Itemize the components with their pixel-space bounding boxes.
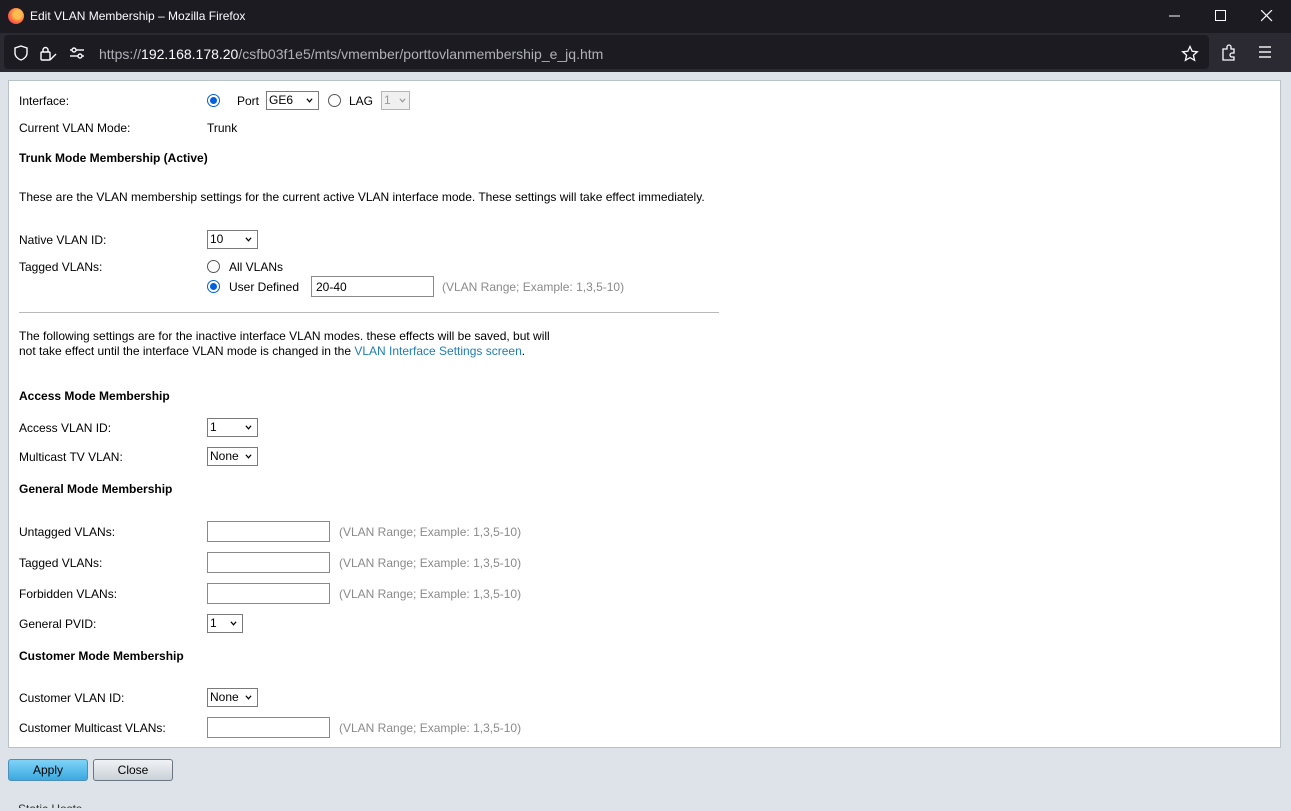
- general-pvid-value: 1: [210, 616, 217, 630]
- multicast-tv-value: None: [210, 449, 239, 463]
- url-field[interactable]: https://192.168.178.20/csfb03f1e5/mts/vm…: [4, 35, 1209, 69]
- forbidden-vlans-input[interactable]: [207, 583, 330, 604]
- forbidden-range-hint: (VLAN Range; Example: 1,3,5-10): [339, 587, 522, 601]
- inactive-note-text: not take effect until the interface VLAN…: [19, 344, 355, 358]
- close-icon: [1261, 10, 1273, 22]
- access-heading: Access Mode Membership: [19, 389, 170, 403]
- window-titlebar: Edit VLAN Membership – Mozilla Firefox: [0, 0, 1291, 33]
- extensions-icon[interactable]: [1220, 43, 1238, 61]
- url-host: 192.168.178.20: [141, 46, 239, 62]
- window-title: Edit VLAN Membership – Mozilla Firefox: [30, 9, 246, 23]
- bookmark-star-icon[interactable]: [1181, 45, 1199, 63]
- lock-warning-icon[interactable]: [39, 45, 57, 61]
- customer-vlan-value: None: [210, 690, 239, 704]
- all-vlans-radio[interactable]: [207, 260, 220, 273]
- chevron-down-icon: [245, 695, 252, 700]
- general-tagged-label: Tagged VLANs:: [19, 556, 103, 570]
- lag-label: LAG: [349, 94, 374, 108]
- general-heading: General Mode Membership: [19, 482, 173, 496]
- access-vlan-label: Access VLAN ID:: [19, 421, 112, 435]
- current-mode-label: Current VLAN Mode:: [19, 121, 131, 135]
- vlan-interface-settings-link[interactable]: VLAN Interface Settings screen: [354, 344, 521, 358]
- chevron-down-icon: [245, 454, 252, 459]
- firefox-logo-icon: [8, 8, 24, 24]
- untagged-vlans-label: Untagged VLANs:: [19, 525, 116, 539]
- general-tagged-input[interactable]: [207, 552, 330, 573]
- customer-multicast-label: Customer Multicast VLANs:: [19, 721, 166, 735]
- untagged-range-hint: (VLAN Range; Example: 1,3,5-10): [339, 525, 522, 539]
- lag-select[interactable]: 1: [381, 91, 410, 110]
- chevron-down-icon: [399, 98, 406, 103]
- interface-label: Interface:: [19, 94, 70, 108]
- trunk-description: These are the VLAN membership settings f…: [19, 190, 705, 204]
- maximize-button[interactable]: [1198, 0, 1244, 33]
- menu-icon[interactable]: [1257, 44, 1273, 60]
- customer-multicast-input[interactable]: [207, 717, 330, 738]
- untagged-vlans-input[interactable]: [207, 521, 330, 542]
- native-vlan-label: Native VLAN ID:: [19, 233, 107, 247]
- url-text[interactable]: https://192.168.178.20/csfb03f1e5/mts/vm…: [99, 46, 603, 62]
- trunk-tagged-label: Tagged VLANs:: [19, 260, 103, 274]
- url-path: /csfb03f1e5/mts/vmember/porttovlanmember…: [238, 46, 604, 62]
- chevron-down-icon: [245, 237, 252, 242]
- minimize-button[interactable]: [1152, 0, 1198, 33]
- multicast-tv-label: Multicast TV VLAN:: [19, 450, 123, 464]
- customer-vlan-label: Customer VLAN ID:: [19, 691, 125, 705]
- all-vlans-label: All VLANs: [229, 260, 284, 274]
- port-label: Port: [237, 94, 260, 108]
- page-content: Interface: Port GE6 LAG 1 Current VLAN M…: [0, 72, 1291, 811]
- tagged-range-hint: (VLAN Range; Example: 1,3,5-10): [339, 556, 522, 570]
- inactive-note-line2: not take effect until the interface VLAN…: [19, 344, 525, 359]
- current-mode-value: Trunk: [207, 121, 238, 135]
- native-vlan-select[interactable]: 10: [207, 230, 258, 249]
- general-pvid-select[interactable]: 1: [207, 614, 243, 633]
- apply-button[interactable]: Apply: [8, 759, 88, 781]
- lag-select-value: 1: [384, 93, 391, 107]
- general-pvid-label: General PVID:: [19, 617, 97, 631]
- chevron-down-icon: [306, 98, 313, 103]
- chevron-down-icon: [230, 621, 237, 626]
- port-select-value: GE6: [269, 93, 294, 107]
- inactive-note-suffix: .: [521, 344, 526, 358]
- close-window-button[interactable]: [1244, 0, 1290, 33]
- port-radio[interactable]: [207, 94, 220, 107]
- user-defined-radio[interactable]: [207, 280, 220, 293]
- inactive-note-line1: The following settings are for the inact…: [19, 329, 550, 343]
- customer-heading: Customer Mode Membership: [19, 649, 184, 663]
- trunk-range-hint: (VLAN Range; Example: 1,3,5-10): [442, 280, 625, 294]
- user-defined-label: User Defined: [229, 280, 300, 294]
- navigation-bar: https://192.168.178.20/csfb03f1e5/mts/vm…: [0, 33, 1291, 72]
- forbidden-vlans-label: Forbidden VLANs:: [19, 587, 118, 601]
- url-scheme: https://: [99, 46, 142, 62]
- maximize-icon: [1215, 10, 1226, 21]
- customer-range-hint: (VLAN Range; Example: 1,3,5-10): [339, 721, 522, 735]
- form-panel: Interface: Port GE6 LAG 1 Current VLAN M…: [8, 80, 1281, 748]
- permissions-icon[interactable]: [68, 45, 86, 61]
- background-page-text: Static Hosts: [18, 802, 83, 811]
- access-vlan-select[interactable]: 1: [207, 418, 258, 437]
- close-button[interactable]: Close: [93, 759, 173, 781]
- trunk-heading: Trunk Mode Membership (Active): [19, 151, 208, 165]
- shield-icon[interactable]: [13, 45, 29, 61]
- access-vlan-value: 1: [210, 420, 217, 434]
- user-defined-input[interactable]: [311, 276, 434, 297]
- lag-radio[interactable]: [328, 94, 341, 107]
- multicast-tv-select[interactable]: None: [207, 447, 258, 466]
- chevron-down-icon: [245, 425, 252, 430]
- minimize-icon: [1169, 15, 1180, 17]
- divider: [19, 312, 719, 313]
- native-vlan-value: 10: [210, 232, 224, 246]
- customer-vlan-select[interactable]: None: [207, 688, 258, 707]
- port-select[interactable]: GE6: [266, 91, 319, 110]
